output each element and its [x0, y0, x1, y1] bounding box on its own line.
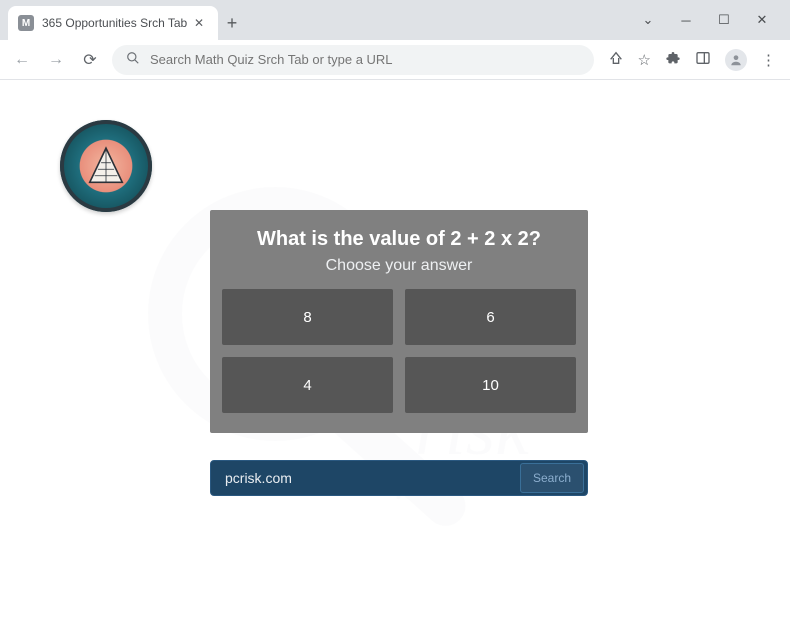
profile-avatar-icon[interactable] — [725, 49, 747, 71]
tab-title: 365 Opportunities Srch Tab — [42, 16, 190, 30]
new-tab-button[interactable]: + — [218, 6, 246, 40]
page-search-input[interactable] — [225, 470, 520, 486]
extensions-puzzle-icon[interactable] — [665, 50, 681, 70]
reload-icon[interactable]: ⟳ — [78, 50, 102, 70]
close-tab-icon[interactable]: ✕ — [190, 12, 208, 34]
page-content: risk .com What is the value of 2 + 2 x 2… — [0, 80, 790, 627]
side-panel-icon[interactable] — [695, 50, 711, 70]
page-search-bar: Search — [210, 460, 588, 496]
quiz-answer-1[interactable]: 8 — [222, 289, 393, 345]
share-icon[interactable] — [608, 50, 624, 70]
back-icon[interactable]: ← — [10, 51, 34, 69]
minimize-window-icon[interactable]: ─ — [672, 13, 700, 28]
quiz-answer-3[interactable]: 4 — [222, 357, 393, 413]
window-controls: ⌄ ─ ☐ ✕ — [620, 0, 790, 40]
toolbar-actions: ☆ ⋮ — [604, 49, 780, 71]
browser-tab[interactable]: M 365 Opportunities Srch Tab ✕ — [8, 6, 218, 40]
tabs-dropdown-icon[interactable]: ⌄ — [634, 12, 662, 28]
quiz-answers-grid: 8 6 4 10 — [222, 289, 576, 413]
address-input[interactable] — [150, 52, 580, 67]
quiz-question: What is the value of 2 + 2 x 2? — [222, 228, 576, 251]
search-icon — [126, 51, 140, 68]
browser-titlebar: M 365 Opportunities Srch Tab ✕ + ⌄ ─ ☐ ✕ — [0, 0, 790, 40]
bookmark-star-icon[interactable]: ☆ — [638, 51, 651, 69]
tab-favicon: M — [18, 15, 34, 31]
quiz-subtitle: Choose your answer — [222, 257, 576, 275]
menu-kebab-icon[interactable]: ⋮ — [761, 51, 776, 69]
page-search-button[interactable]: Search — [520, 463, 584, 493]
close-window-icon[interactable]: ✕ — [748, 12, 776, 28]
quiz-card: What is the value of 2 + 2 x 2? Choose y… — [210, 210, 588, 433]
quiz-answer-2[interactable]: 6 — [405, 289, 576, 345]
site-logo — [60, 120, 152, 212]
maximize-window-icon[interactable]: ☐ — [710, 12, 738, 28]
quiz-answer-4[interactable]: 10 — [405, 357, 576, 413]
address-bar[interactable] — [112, 45, 594, 75]
forward-icon[interactable]: → — [44, 51, 68, 69]
browser-toolbar: ← → ⟳ ☆ ⋮ — [0, 40, 790, 80]
